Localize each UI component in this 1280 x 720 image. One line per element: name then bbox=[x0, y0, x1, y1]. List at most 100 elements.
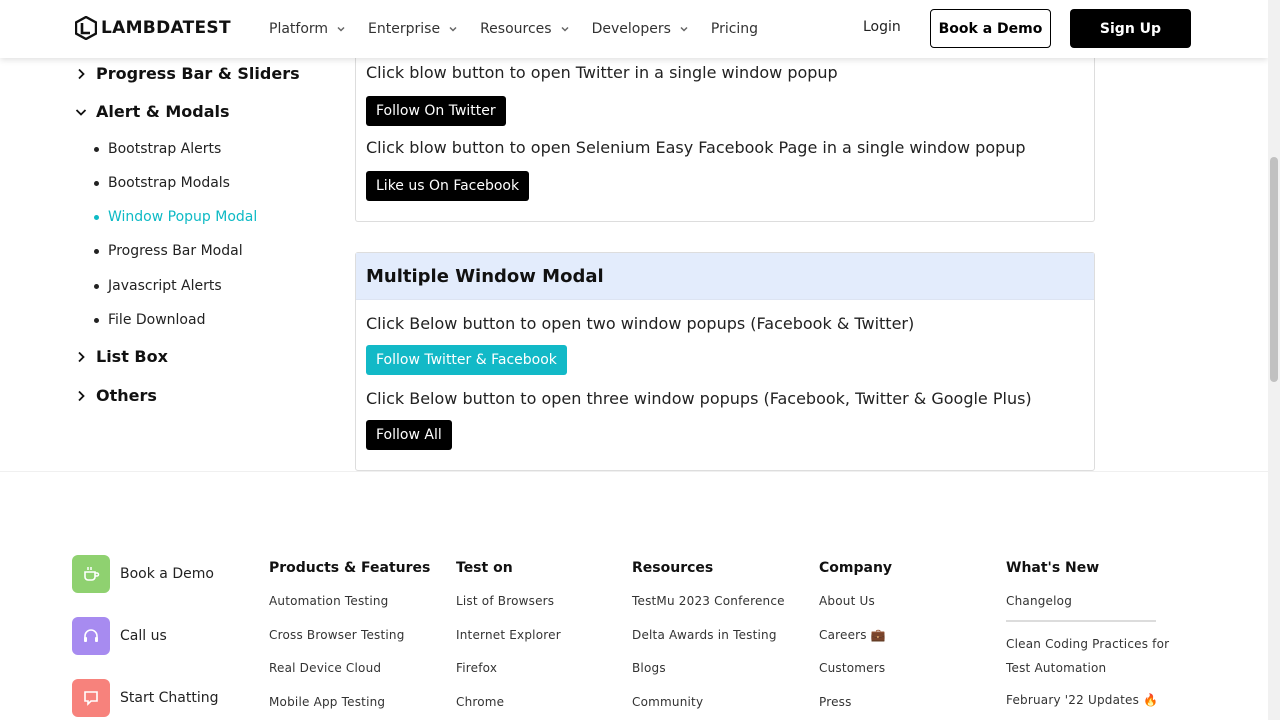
whats-new-item[interactable]: February '22 Updates 🔥 bbox=[1006, 688, 1181, 712]
sidebar-item-javascript-alerts[interactable]: Javascript Alerts bbox=[94, 278, 222, 294]
footer-start-chatting[interactable]: Start Chatting bbox=[72, 679, 219, 717]
sidebar-section-label: Others bbox=[96, 386, 157, 405]
twitter-popup-text: Click blow button to open Twitter in a s… bbox=[366, 63, 838, 82]
panel-title: Multiple Window Modal bbox=[356, 253, 1094, 300]
lambdatest-logo[interactable]: LAMBDATEST bbox=[75, 16, 231, 40]
footer-link[interactable]: Blogs bbox=[632, 661, 785, 695]
changelog-divider bbox=[1006, 619, 1156, 622]
nav-label: Pricing bbox=[710, 21, 759, 37]
main-nav: Platform Enterprise Resources Developers… bbox=[269, 0, 780, 58]
chevron-down-icon bbox=[561, 26, 569, 32]
sidebar-section-list-box[interactable]: List Box bbox=[75, 347, 168, 366]
lambdatest-logo-icon bbox=[75, 16, 97, 40]
footer-link[interactable]: Chrome bbox=[456, 695, 561, 720]
nav-label: Developers bbox=[591, 21, 671, 37]
footer-link[interactable]: Customers bbox=[819, 661, 892, 695]
sidebar-item-bootstrap-alerts[interactable]: Bootstrap Alerts bbox=[94, 141, 221, 157]
sidebar-item-label: Progress Bar Modal bbox=[108, 243, 243, 259]
sidebar-section-label: List Box bbox=[96, 347, 168, 366]
three-popups-text: Click Below button to open three window … bbox=[366, 389, 1032, 408]
footer-contact-label: Call us bbox=[120, 628, 167, 644]
sign-up-button[interactable]: Sign Up bbox=[1070, 9, 1191, 48]
chevron-right-icon bbox=[78, 351, 85, 362]
bullet-icon bbox=[94, 317, 99, 323]
sidebar-section-alert-modals[interactable]: Alert & Modals bbox=[75, 102, 230, 121]
scrollbar-thumb[interactable] bbox=[1270, 157, 1278, 382]
footer-link[interactable]: Automation Testing bbox=[269, 594, 430, 628]
nav-platform[interactable]: Platform bbox=[269, 21, 346, 37]
footer-link[interactable]: Community bbox=[632, 695, 785, 720]
footer-link[interactable]: Cross Browser Testing bbox=[269, 628, 430, 662]
chevron-down-icon bbox=[337, 26, 345, 32]
chat-icon bbox=[72, 679, 110, 717]
footer-divider bbox=[0, 471, 1268, 472]
like-on-facebook-button[interactable]: Like us On Facebook bbox=[366, 171, 530, 201]
nav-developers[interactable]: Developers bbox=[592, 21, 689, 37]
follow-twitter-facebook-button[interactable]: Follow Twitter & Facebook bbox=[366, 345, 567, 375]
top-navbar: LAMBDATEST Platform Enterprise Resources… bbox=[0, 0, 1268, 58]
bullet-icon bbox=[94, 146, 99, 152]
footer-column-title: Products & Features bbox=[269, 560, 431, 576]
footer-link[interactable]: Internet Explorer bbox=[456, 628, 561, 662]
footer-link[interactable]: Real Device Cloud bbox=[269, 661, 430, 695]
sidebar-item-progress-bar-modal[interactable]: Progress Bar Modal bbox=[94, 243, 243, 259]
footer-column-products: Products & Features Automation Testing C… bbox=[269, 560, 430, 720]
whats-new-item[interactable]: Clean Coding Practices for Test Automati… bbox=[1006, 632, 1181, 680]
footer-link[interactable]: Mobile App Testing bbox=[269, 695, 430, 720]
footer-contact-label: Start Chatting bbox=[120, 690, 219, 706]
chevron-down-icon bbox=[449, 26, 457, 32]
footer-column-title: Resources bbox=[632, 560, 714, 576]
footer-link[interactable]: List of Browsers bbox=[456, 594, 561, 628]
footer-column-whats-new: What's New Changelog Clean Coding Practi… bbox=[1006, 560, 1181, 712]
footer-column-title: Company bbox=[819, 560, 893, 576]
sidebar-item-window-popup-modal[interactable]: Window Popup Modal bbox=[94, 209, 257, 225]
coffee-icon bbox=[72, 555, 110, 593]
footer-link[interactable]: TestMu 2023 Conference bbox=[632, 594, 785, 628]
footer-link[interactable]: Press bbox=[819, 695, 892, 720]
nav-label: Resources bbox=[480, 21, 552, 37]
sidebar-section-others[interactable]: Others bbox=[75, 386, 157, 405]
headset-icon bbox=[72, 617, 110, 655]
footer-book-demo[interactable]: Book a Demo bbox=[72, 555, 214, 593]
chevron-down-icon bbox=[75, 108, 87, 116]
book-demo-button[interactable]: Book a Demo bbox=[930, 9, 1051, 48]
bullet-icon bbox=[94, 180, 99, 186]
footer-link[interactable]: Delta Awards in Testing bbox=[632, 628, 785, 662]
footer-column-resources: Resources TestMu 2023 Conference Delta A… bbox=[632, 560, 785, 720]
sidebar-item-label: Window Popup Modal bbox=[108, 209, 258, 225]
sidebar-item-label: Bootstrap Modals bbox=[108, 175, 230, 191]
nav-resources[interactable]: Resources bbox=[480, 21, 570, 37]
multiple-window-panel: Multiple Window Modal Click Below button… bbox=[355, 252, 1095, 471]
chevron-down-icon bbox=[680, 26, 688, 32]
follow-on-twitter-button[interactable]: Follow On Twitter bbox=[366, 96, 506, 126]
footer-column-title: What's New bbox=[1006, 560, 1100, 576]
footer-column-test-on: Test on List of Browsers Internet Explor… bbox=[456, 560, 561, 720]
bullet-icon bbox=[94, 214, 99, 220]
page-scrollbar[interactable] bbox=[1268, 0, 1280, 720]
follow-all-button[interactable]: Follow All bbox=[366, 420, 452, 450]
footer-column-title: Test on bbox=[456, 560, 513, 576]
single-window-panel: Click blow button to open Twitter in a s… bbox=[355, 40, 1095, 222]
login-link[interactable]: Login bbox=[863, 19, 901, 35]
changelog-link[interactable]: Changelog bbox=[1006, 594, 1181, 628]
bullet-icon bbox=[94, 248, 99, 254]
footer-link[interactable]: Careers 💼 bbox=[819, 628, 892, 662]
nav-pricing[interactable]: Pricing bbox=[711, 21, 758, 37]
sidebar-item-label: File Download bbox=[108, 312, 206, 328]
nav-label: Enterprise bbox=[368, 21, 441, 37]
nav-enterprise[interactable]: Enterprise bbox=[368, 21, 458, 37]
chevron-right-icon bbox=[78, 68, 85, 79]
chevron-right-icon bbox=[78, 390, 85, 401]
footer-link[interactable]: About Us bbox=[819, 594, 892, 628]
sidebar-section-progress-bar-sliders[interactable]: Progress Bar & Sliders bbox=[75, 64, 300, 83]
footer-call-us[interactable]: Call us bbox=[72, 617, 167, 655]
bullet-icon bbox=[94, 283, 99, 289]
facebook-popup-text: Click blow button to open Selenium Easy … bbox=[366, 138, 1026, 157]
footer-contact-label: Book a Demo bbox=[120, 566, 214, 582]
sidebar-item-file-download[interactable]: File Download bbox=[94, 312, 205, 328]
nav-label: Platform bbox=[269, 21, 329, 37]
sidebar-item-label: Bootstrap Alerts bbox=[108, 141, 222, 157]
sidebar-item-bootstrap-modals[interactable]: Bootstrap Modals bbox=[94, 175, 230, 191]
sidebar-item-label: Javascript Alerts bbox=[108, 278, 222, 294]
footer-link[interactable]: Firefox bbox=[456, 661, 561, 695]
